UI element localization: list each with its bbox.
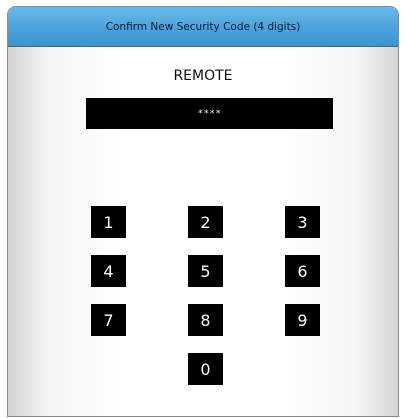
keypad-key-2[interactable]: 2 [188, 206, 223, 238]
keypad-key-label: 8 [200, 310, 211, 330]
keypad-key-label: 2 [200, 212, 211, 232]
dialog-title: Confirm New Security Code (4 digits) [105, 20, 301, 33]
masked-code-value: **** [197, 108, 222, 119]
keypad-key-6[interactable]: 6 [285, 255, 320, 287]
keypad-key-label: 0 [200, 359, 211, 379]
dialog-title-bar: Confirm New Security Code (4 digits) [8, 7, 398, 47]
keypad-key-label: 1 [103, 212, 114, 232]
keypad-key-label: 6 [297, 261, 308, 281]
keypad-key-label: 4 [103, 261, 114, 281]
keypad-key-4[interactable]: 4 [91, 255, 126, 287]
keypad-key-9[interactable]: 9 [285, 304, 320, 336]
keypad-key-label: 5 [200, 261, 211, 281]
keypad-key-7[interactable]: 7 [91, 304, 126, 336]
keypad-key-3[interactable]: 3 [285, 206, 320, 238]
keypad-key-label: 9 [297, 310, 308, 330]
keypad-key-0[interactable]: 0 [188, 353, 223, 385]
keypad-key-8[interactable]: 8 [188, 304, 223, 336]
keypad-key-label: 3 [297, 212, 308, 232]
code-input-display[interactable]: **** [86, 98, 333, 129]
keypad-key-label: 7 [103, 310, 114, 330]
keypad-key-1[interactable]: 1 [91, 206, 126, 238]
keypad-key-5[interactable]: 5 [188, 255, 223, 287]
security-code-dialog: Confirm New Security Code (4 digits) REM… [7, 6, 399, 417]
remote-label: REMOTE [173, 68, 233, 84]
